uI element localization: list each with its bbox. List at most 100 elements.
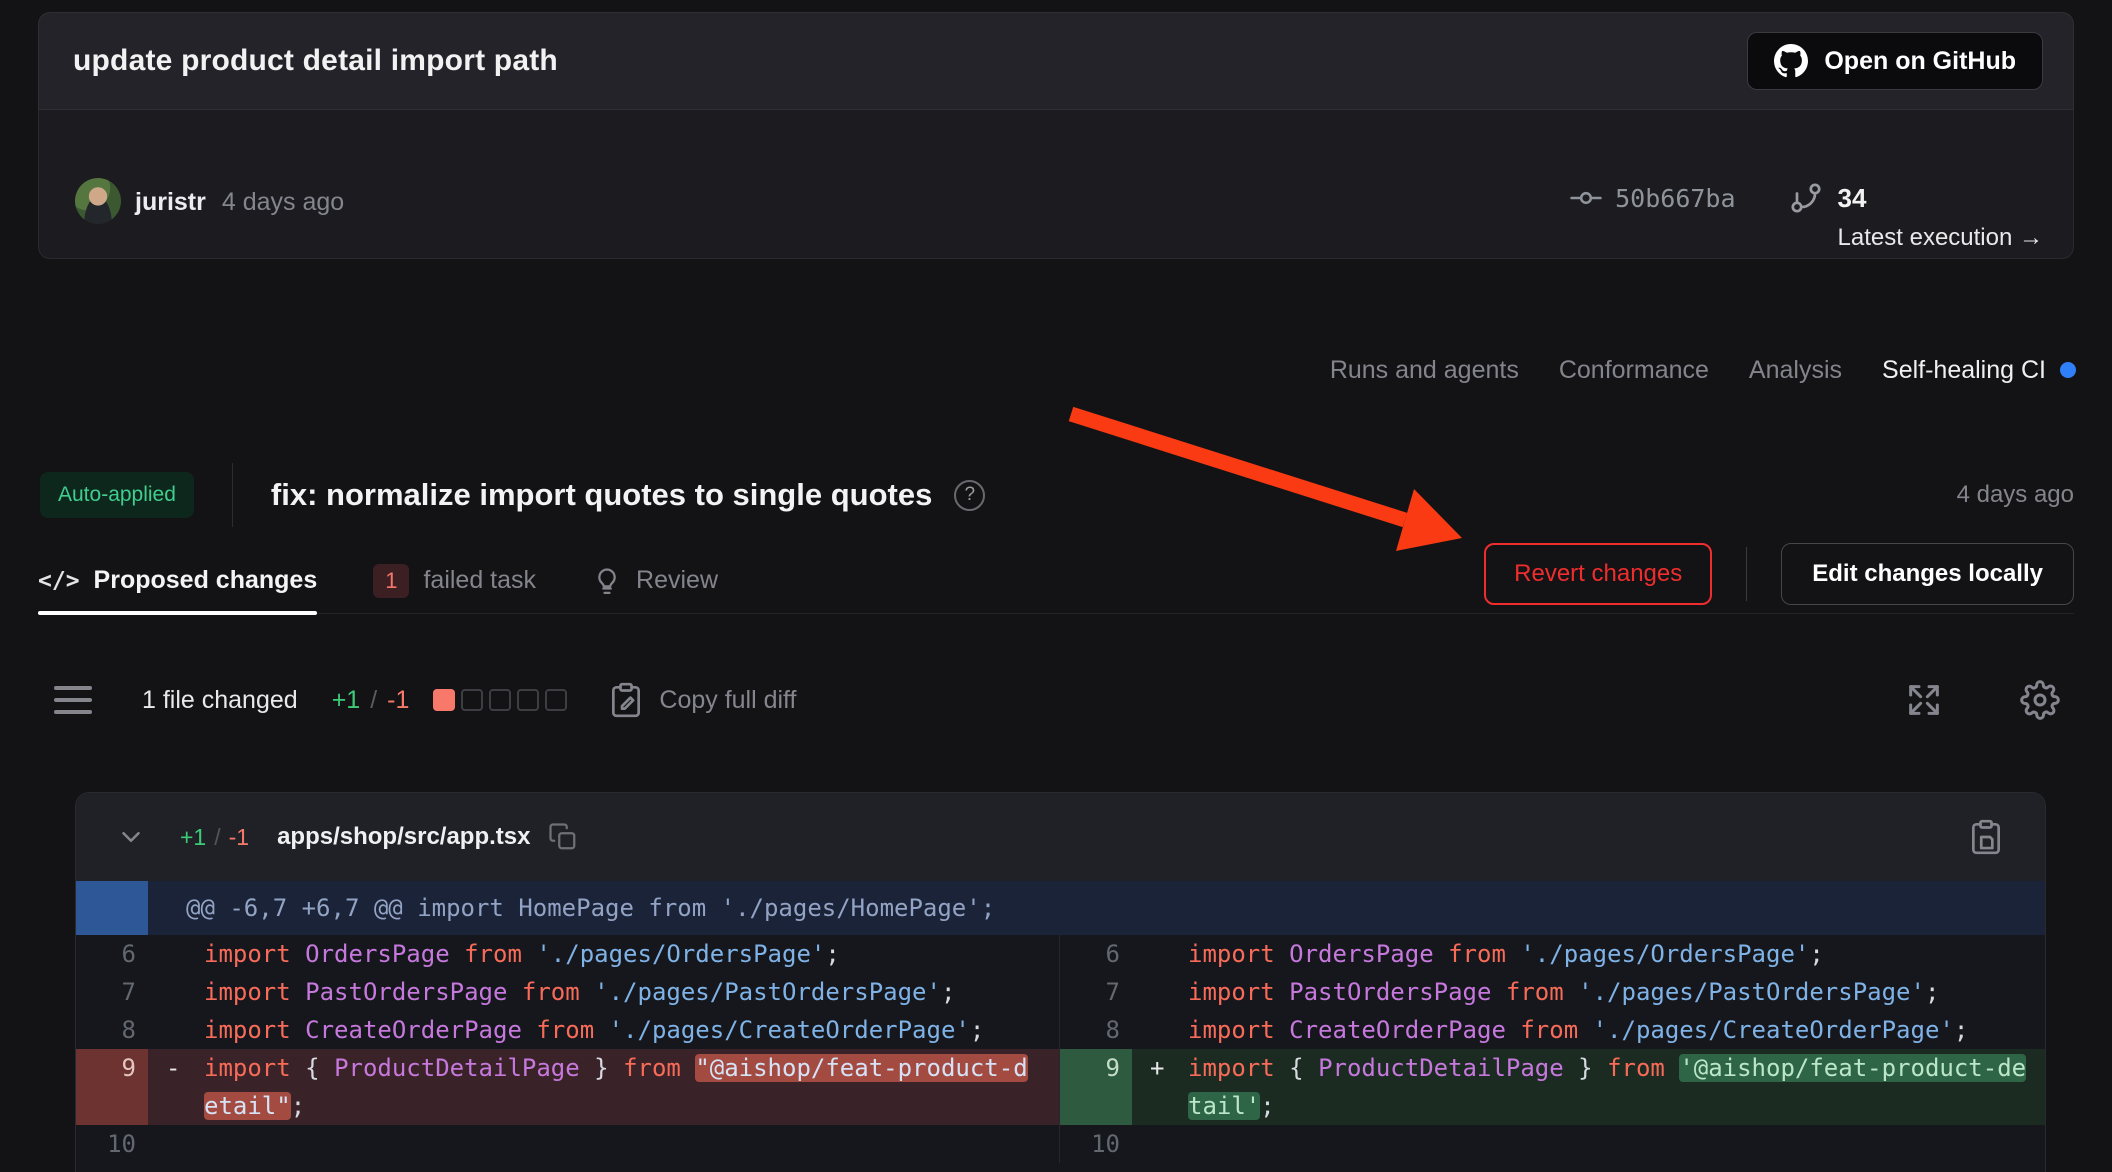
- tab-failed-task[interactable]: 1 failed task: [373, 548, 536, 613]
- line-number: 6: [1060, 935, 1132, 973]
- commit-hash-group[interactable]: 50b667ba: [1569, 174, 1735, 222]
- help-icon[interactable]: ?: [954, 480, 985, 511]
- nav-item-conformance[interactable]: Conformance: [1559, 356, 1709, 385]
- open-on-github-label: Open on GitHub: [1824, 47, 2016, 76]
- copy-full-diff-button[interactable]: Copy full diff: [607, 681, 796, 719]
- git-commit-icon: [1569, 181, 1603, 215]
- line-number: 9: [1060, 1049, 1132, 1125]
- diff-row: 6 import OrdersPage from './pages/OrdersP…: [1060, 935, 2045, 973]
- line-number: 10: [76, 1125, 148, 1163]
- code-line: import { ProductDetailPage } from '@aish…: [1188, 1049, 2045, 1125]
- fix-time: 4 days ago: [1957, 481, 2074, 509]
- nav-item-runs-and-agents[interactable]: Runs and agents: [1330, 356, 1519, 385]
- copy-file-diff-icon[interactable]: [1967, 818, 2005, 856]
- diff-marker: [148, 1011, 204, 1049]
- tab-proposed-changes-label: Proposed changes: [94, 566, 318, 595]
- open-on-github-button[interactable]: Open on GitHub: [1747, 32, 2043, 90]
- file-deletions: -1: [229, 824, 249, 851]
- diff-marker: -: [148, 1049, 204, 1125]
- code-line: import PastOrdersPage from './pages/Past…: [204, 973, 1059, 1011]
- code-line: import CreateOrderPage from './pages/Cre…: [1188, 1011, 2045, 1049]
- fix-title: fix: normalize import quotes to single q…: [271, 477, 932, 513]
- chevron-down-icon[interactable]: [116, 822, 146, 852]
- execution-info: 34 Latest execution →: [1838, 174, 2043, 252]
- diff-row: 8 import CreateOrderPage from './pages/Cr…: [1060, 1011, 2045, 1049]
- diff-row: 8 import CreateOrderPage from './pages/Cr…: [76, 1011, 1059, 1049]
- diff-row: 6import OrdersPage from './pages/OrdersP…: [76, 935, 1059, 973]
- commit-author-row: juristr 4 days ago: [135, 188, 344, 217]
- tab-review[interactable]: Review: [592, 548, 718, 613]
- edit-changes-locally-button[interactable]: Edit changes locally: [1781, 543, 2074, 605]
- line-number: 7: [76, 973, 148, 1011]
- lightbulb-icon: [592, 566, 622, 596]
- diff-marker: [1132, 973, 1188, 1011]
- settings-gear-icon[interactable]: [2020, 680, 2060, 720]
- diff-file-card: +1 / -1 apps/shop/src/app.tsx @@ -6,7 +6…: [75, 792, 2046, 1172]
- commit-hash: 50b667ba: [1615, 184, 1735, 213]
- file-list-menu-icon[interactable]: [54, 686, 92, 714]
- file-name: apps/shop/src/app.tsx: [277, 823, 530, 851]
- notification-dot: [2060, 362, 2076, 378]
- hunk-gutter: [76, 881, 148, 935]
- files-changed-label: 1 file changed: [142, 686, 298, 715]
- avatar: [75, 178, 121, 224]
- code-icon: </>: [38, 568, 80, 594]
- execution-count: 34: [1838, 183, 1867, 214]
- commit-info-card: juristr 4 days ago 50b667ba 34 Latest ex…: [38, 109, 2074, 259]
- stat-separator: /: [370, 686, 377, 715]
- diff-marker: [1132, 1011, 1188, 1049]
- latest-execution-link[interactable]: Latest execution →: [1838, 224, 2043, 252]
- commit-author: juristr: [135, 188, 206, 217]
- diff-pane-old: 6import OrdersPage from './pages/OrdersP…: [76, 935, 1059, 1163]
- diff-marker: +: [1132, 1049, 1188, 1125]
- action-buttons: Revert changes Edit changes locally: [1484, 543, 2074, 605]
- divider: [1746, 547, 1747, 601]
- execution-group: 34 Latest execution →: [1788, 174, 2043, 252]
- code-line: [1188, 1125, 2045, 1163]
- diff-toolbar: 1 file changed +1 / -1 Copy full diff: [38, 664, 2074, 736]
- nav-item-analysis[interactable]: Analysis: [1749, 356, 1842, 385]
- commit-header-card: update product detail import path Open o…: [38, 12, 2074, 109]
- tab-review-label: Review: [636, 566, 718, 595]
- line-number: 8: [1060, 1011, 1132, 1049]
- revert-changes-button[interactable]: Revert changes: [1484, 543, 1712, 605]
- page-title: update product detail import path: [73, 44, 558, 78]
- fullscreen-icon[interactable]: [1904, 680, 1944, 720]
- github-icon: [1774, 44, 1808, 78]
- code-line: import CreateOrderPage from './pages/Cre…: [204, 1011, 1059, 1049]
- change-ratio-squares: [433, 689, 567, 711]
- file-stat-separator: /: [214, 824, 220, 851]
- fix-header-row: Auto-applied fix: normalize import quote…: [40, 462, 2074, 528]
- diff-marker: [148, 973, 204, 1011]
- diff-row: 7import PastOrdersPage from './pages/Pas…: [1060, 973, 2045, 1011]
- code-line: import { ProductDetailPage } from "@aish…: [204, 1049, 1059, 1125]
- line-number: 9: [76, 1049, 148, 1125]
- additions-stat: +1: [332, 686, 361, 715]
- diff-row: 9-import { ProductDetailPage } from "@ai…: [76, 1049, 1059, 1125]
- code-line: import OrdersPage from './pages/OrdersPa…: [1188, 935, 2045, 973]
- hunk-header-row: @@ -6,7 +6,7 @@ import HomePage from './…: [76, 881, 2045, 935]
- diff-marker: [1132, 1125, 1188, 1163]
- tabs-row: </> Proposed changes 1 failed task Revie…: [38, 548, 2074, 614]
- diff-marker: [148, 935, 204, 973]
- commit-meta: 50b667ba 34 Latest execution →: [1569, 174, 2043, 252]
- clipboard-pen-icon: [607, 681, 645, 719]
- code-line: import PastOrdersPage from './pages/Past…: [1188, 973, 2045, 1011]
- line-number: 8: [76, 1011, 148, 1049]
- toolbar-right: [1904, 680, 2074, 720]
- line-number: 6: [76, 935, 148, 973]
- diff-pane-new: 6 import OrdersPage from './pages/OrdersP…: [1059, 935, 2045, 1163]
- tab-proposed-changes[interactable]: </> Proposed changes: [38, 548, 317, 613]
- git-branch-icon: [1788, 174, 1824, 222]
- code-line: [204, 1125, 1059, 1163]
- diff-file-header: +1 / -1 apps/shop/src/app.tsx: [76, 793, 2045, 881]
- copy-filename-icon[interactable]: [548, 822, 578, 852]
- diff-row: 9+import { ProductDetailPage } from '@ai…: [1060, 1049, 2045, 1125]
- commit-time: 4 days ago: [222, 188, 344, 217]
- diff-row: 10: [76, 1125, 1059, 1163]
- failed-count-badge: 1: [373, 564, 409, 598]
- file-additions: +1: [180, 824, 206, 851]
- auto-applied-badge: Auto-applied: [40, 472, 194, 518]
- nav-item-self-healing-ci[interactable]: Self-healing CI: [1882, 356, 2046, 385]
- tab-failed-task-label: failed task: [423, 566, 536, 595]
